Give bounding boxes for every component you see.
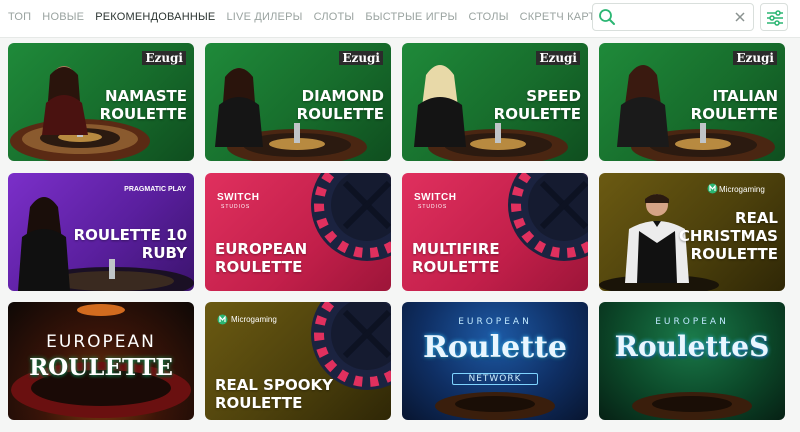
game-card-namaste-roulette[interactable]: Ezugi NAMASTE ROULETTE [8, 43, 194, 161]
game-title-line: REAL SPOOKY [215, 376, 333, 394]
game-title: REAL CHRISTMAS ROULETTE [679, 209, 778, 263]
game-logo-sub: NETWORK [452, 373, 538, 385]
game-logo-top: EUROPEAN [458, 317, 532, 327]
game-title-line: REAL [735, 209, 778, 227]
game-title-line: RUBY [141, 244, 187, 262]
search-input[interactable] [621, 8, 727, 26]
provider-logo-ezugi: Ezugi [536, 51, 580, 65]
microgaming-logo-icon [217, 314, 228, 325]
game-title-line: ROULETTE [215, 394, 303, 412]
provider-logo-ezugi: Ezugi [733, 51, 777, 65]
game-title-line: ROULETTE [412, 258, 500, 276]
game-title-line: ROULETTE [690, 245, 778, 263]
game-title-line: MULTIFIRE [412, 240, 500, 258]
nav-item-fast-games[interactable]: БЫСТРЫЕ ИГРЫ [365, 11, 457, 23]
game-card-european-roulette-red[interactable]: EUROPEAN ROULETTE [8, 302, 194, 420]
game-title: REAL SPOOKY ROULETTE [215, 376, 333, 412]
game-title: ITALIAN ROULETTE [691, 87, 778, 123]
nav-item-top[interactable]: ТОП [8, 11, 31, 23]
search-box[interactable] [592, 3, 754, 31]
microgaming-logo-icon [707, 183, 718, 194]
provider-logo-switch-sub: STUDIOS [221, 204, 251, 210]
game-card-speed-roulette[interactable]: Ezugi SPEED ROULETTE [402, 43, 588, 161]
game-card-diamond-roulette[interactable]: Ezugi DIAMOND ROULETTE [205, 43, 391, 161]
game-title-line: EUROPEAN [215, 240, 308, 258]
game-title-line: NAMASTE [105, 87, 187, 105]
game-logo-main: Roulette [422, 330, 568, 365]
nav-item-new[interactable]: НОВЫЕ [42, 11, 84, 23]
game-card-european-roulette[interactable]: SWITCH STUDIOS EUROPEAN ROULETTE [205, 173, 391, 291]
close-icon[interactable] [733, 10, 747, 24]
game-card-european-roulettes[interactable]: EUROPEAN RouletteS [599, 302, 785, 420]
provider-logo-ezugi: Ezugi [339, 51, 383, 65]
provider-logo-microgaming: Microgaming [719, 185, 765, 194]
game-title-line: SPEED [526, 87, 581, 105]
game-card-real-spooky-roulette[interactable]: Microgaming REAL SPOOKY ROULETTE [205, 302, 391, 420]
game-logo-top: EUROPEAN [46, 332, 156, 352]
game-card-multifire-roulette[interactable]: SWITCH STUDIOS MULTIFIRE ROULETTE [402, 173, 588, 291]
game-title: DIAMOND ROULETTE [297, 87, 384, 123]
provider-logo-ezugi: Ezugi [142, 51, 186, 65]
game-card-european-roulette-network[interactable]: EUROPEAN Roulette NETWORK [402, 302, 588, 420]
game-card-roulette-10-ruby[interactable]: PRAGMATIC PLAY ROULETTE 10 RUBY [8, 173, 194, 291]
filter-sliders-icon [767, 10, 783, 26]
game-title-line: ROULETTE [493, 105, 581, 123]
provider-logo-switch: SWITCH [217, 192, 260, 203]
game-logo-main: ROULETTE [29, 354, 173, 381]
search-icon [599, 9, 615, 25]
top-bar: ТОП НОВЫЕ РЕКОМЕНДОВАННЫЕ LIVE ДИЛЕРЫ СЛ… [0, 0, 800, 38]
game-title-line: ROULETTE [690, 105, 778, 123]
game-title-line: ROULETTE [296, 105, 384, 123]
nav-item-slots[interactable]: СЛОТЫ [314, 11, 355, 23]
game-title: SPEED ROULETTE [494, 87, 581, 123]
filter-button[interactable] [760, 3, 788, 31]
game-title-line: CHRISTMAS [678, 227, 778, 245]
game-title-line: ROULETTE [215, 258, 303, 276]
game-logo-top: EUROPEAN [655, 317, 729, 327]
nav-item-tables[interactable]: СТОЛЫ [468, 11, 508, 23]
nav-item-live-dealers[interactable]: LIVE ДИЛЕРЫ [226, 11, 302, 23]
game-card-italian-roulette[interactable]: Ezugi ITALIAN ROULETTE [599, 43, 785, 161]
game-title-line: ROULETTE [99, 105, 187, 123]
game-title-line: DIAMOND [301, 87, 384, 105]
nav-item-recommended[interactable]: РЕКОМЕНДОВАННЫЕ [95, 11, 215, 23]
game-title: EUROPEAN ROULETTE [215, 240, 307, 276]
game-title: MULTIFIRE ROULETTE [412, 240, 500, 276]
game-logo-main: RouletteS [614, 330, 770, 363]
provider-logo-pragmatic-play: PRAGMATIC PLAY [124, 186, 186, 193]
provider-logo-switch-sub: STUDIOS [418, 204, 448, 210]
game-title: ROULETTE 10 RUBY [74, 226, 187, 262]
game-card-real-christmas-roulette[interactable]: Microgaming REAL CHRISTMAS ROULETTE [599, 173, 785, 291]
category-nav: ТОП НОВЫЕ РЕКОМЕНДОВАННЫЕ LIVE ДИЛЕРЫ СЛ… [0, 0, 616, 34]
game-title-line: ITALIAN [712, 87, 778, 105]
provider-logo-microgaming: Microgaming [231, 315, 277, 324]
provider-logo-switch: SWITCH [414, 192, 457, 203]
game-title-line: ROULETTE 10 [73, 226, 187, 244]
game-title: NAMASTE ROULETTE [100, 87, 187, 123]
